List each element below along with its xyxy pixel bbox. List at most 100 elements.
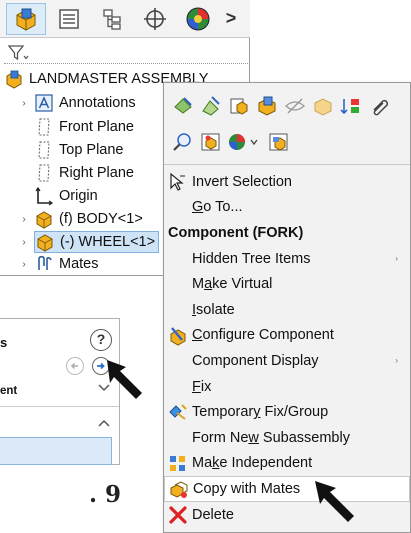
tree-item-label: (-) WHEEL<1>: [60, 234, 156, 250]
paperclip-icon[interactable]: [368, 95, 390, 117]
menu-item-label: Hidden Tree Items: [192, 250, 311, 267]
appearance-dropdown-icon[interactable]: [228, 131, 262, 153]
figure-number: 9: [105, 481, 122, 508]
menu-item-component-display[interactable]: Component Display ›: [164, 348, 410, 374]
plane-icon: [34, 117, 54, 137]
menu-section-label: Component (FORK): [168, 224, 304, 241]
chevron-right-icon[interactable]: >: [221, 8, 241, 29]
property-manager-tab[interactable]: [49, 3, 89, 35]
submenu-arrow-icon: ›: [395, 254, 398, 264]
previous-page-button[interactable]: [66, 357, 84, 375]
toolbar-row-2: [172, 131, 296, 153]
menu-section-component: Component (FORK): [164, 220, 410, 246]
panel-title-fragment: s: [0, 335, 8, 350]
filter-icon[interactable]: [7, 43, 29, 63]
menu-item-label: Go To...: [192, 199, 243, 216]
menu-items-list: Invert Selection Go To... Component (FOR…: [164, 169, 410, 527]
pointer-arrow-icon: [315, 481, 354, 522]
temporary-fix-icon: [168, 402, 188, 422]
copy-with-mates-icon: [169, 480, 189, 500]
plane-icon: [34, 163, 54, 183]
menu-item-label: Invert Selection: [192, 173, 292, 190]
group-divider: [0, 406, 119, 407]
help-button[interactable]: ?: [90, 329, 112, 351]
menu-item-label: Component Display: [192, 352, 319, 369]
tree-item-label: Right Plane: [59, 165, 134, 181]
menu-item-configure-component[interactable]: Configure Component: [164, 323, 410, 349]
menu-item-temporary-fix-group[interactable]: Temporary Fix/Group: [164, 399, 410, 425]
menu-item-delete[interactable]: Delete: [164, 502, 410, 528]
menu-item-copy-with-mates[interactable]: Copy with Mates: [164, 476, 410, 502]
menu-item-label: Fix: [192, 378, 212, 395]
menu-item-label: Make Independent: [192, 455, 313, 472]
menu-item-isolate[interactable]: Isolate: [164, 297, 410, 323]
menu-item-form-new-subassembly[interactable]: Form New Subassembly: [164, 425, 410, 451]
menu-item-hidden-tree-items[interactable]: Hidden Tree Items ›: [164, 246, 410, 272]
expand-arrow-icon[interactable]: ›: [18, 237, 30, 248]
rollback-icon[interactable]: [340, 95, 362, 117]
delete-icon: [168, 505, 188, 525]
tree-item-right-plane[interactable]: Right Plane: [34, 162, 134, 184]
toolbar-row-1: [172, 95, 396, 117]
menu-item-go-to[interactable]: Go To...: [164, 195, 410, 221]
tree-item-label: Annotations: [59, 95, 136, 111]
edit-feature-icon[interactable]: [200, 95, 222, 117]
pointer-arrow-icon: [107, 360, 142, 399]
display-manager-icon: [186, 7, 210, 30]
chevron-up-icon[interactable]: [96, 415, 112, 431]
menu-item-label: Temporary Fix/Group: [192, 404, 329, 421]
tree-item-label: Front Plane: [59, 119, 134, 135]
submenu-arrow-icon: ›: [395, 356, 398, 366]
tree-item-label: (f) BODY<1>: [59, 211, 143, 227]
tree-item-body[interactable]: › (f) BODY<1>: [18, 208, 143, 230]
part-icon: [34, 209, 54, 229]
selection-list-box[interactable]: [0, 437, 112, 465]
assembly-icon: [4, 69, 24, 89]
context-toolbar: [164, 83, 410, 165]
menu-item-fix[interactable]: Fix: [164, 374, 410, 400]
zoom-to-selection-icon[interactable]: [172, 131, 194, 153]
feature-manager-tab[interactable]: [6, 2, 46, 35]
tree-item-front-plane[interactable]: Front Plane: [34, 116, 134, 138]
component-preview-icon[interactable]: [268, 131, 290, 153]
filter-row: [0, 40, 250, 66]
expand-arrow-icon[interactable]: ›: [18, 98, 30, 109]
invert-selection-icon: [168, 172, 188, 192]
plane-icon: [34, 140, 54, 160]
tree-item-mates[interactable]: › Mates: [18, 253, 99, 275]
make-independent-icon: [168, 454, 188, 474]
display-manager-tab[interactable]: [178, 3, 218, 35]
tree-item-label: Top Plane: [59, 142, 124, 158]
menu-item-make-virtual[interactable]: Make Virtual: [164, 271, 410, 297]
annotations-icon: [34, 93, 54, 113]
menu-item-label: Copy with Mates: [193, 480, 301, 497]
property-manager-icon: [59, 8, 79, 29]
open-part-icon[interactable]: [228, 95, 250, 117]
tree-item-origin[interactable]: Origin: [34, 185, 98, 207]
menu-item-invert-selection[interactable]: Invert Selection: [164, 169, 410, 195]
configuration-manager-tab[interactable]: [92, 3, 132, 35]
tree-item-top-plane[interactable]: Top Plane: [34, 139, 124, 161]
property-manager-panel: s ? ent: [0, 318, 120, 465]
menu-item-label: Delete: [192, 506, 234, 523]
menu-item-label: Configure Component: [192, 327, 334, 344]
edit-part-icon[interactable]: [172, 95, 194, 117]
menu-item-label: Make Virtual: [192, 276, 273, 293]
menu-item-label: Form New Subassembly: [192, 429, 350, 446]
context-menu: Invert Selection Go To... Component (FOR…: [163, 82, 411, 533]
dimxpert-manager-tab[interactable]: [135, 3, 175, 35]
view-mates-icon[interactable]: [200, 131, 222, 153]
component-properties-icon[interactable]: [256, 95, 278, 117]
feature-manager-icon: [16, 8, 36, 31]
hide-icon[interactable]: [284, 95, 306, 117]
mates-icon: [34, 254, 54, 274]
configuration-manager-icon: [103, 8, 121, 30]
menu-item-make-independent[interactable]: Make Independent: [164, 451, 410, 477]
tree-item-annotations[interactable]: › Annotations: [18, 92, 136, 114]
expand-arrow-icon[interactable]: ›: [18, 259, 30, 270]
tree-item-wheel[interactable]: › (-) WHEEL<1>: [18, 231, 160, 253]
crosshair-icon: [144, 7, 166, 30]
selected-item-highlight[interactable]: (-) WHEEL<1>: [34, 231, 160, 253]
expand-arrow-icon[interactable]: ›: [18, 214, 30, 225]
change-transparency-icon[interactable]: [312, 95, 334, 117]
